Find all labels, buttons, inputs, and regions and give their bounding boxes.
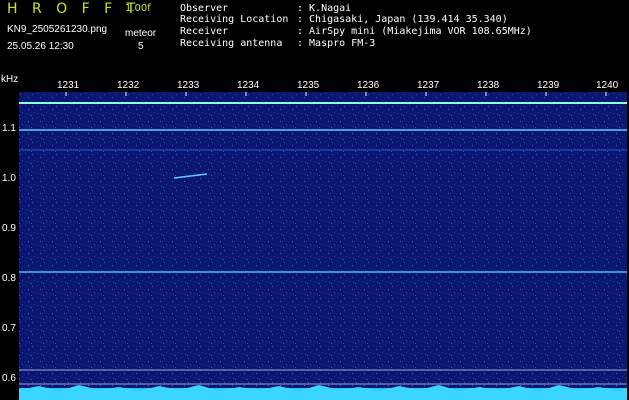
info-antenna-key: Receiving antenna [180,38,283,49]
meteor-label: meteor [125,28,157,39]
info-receiver-value: : AirSpy mini (Miakejima VOR 108.65MHz) [297,26,532,37]
x-tick: 1234 [237,80,260,91]
filename-label: KN9_2505261230.png [7,24,108,35]
x-tick: 1240 [596,80,619,91]
x-tick: 1232 [117,80,140,91]
noise-floor [19,92,627,400]
meteor-count: 5 [138,41,144,52]
x-tick: 1238 [477,80,500,91]
y-tick: 0.9 [2,223,16,234]
info-antenna-value: : Maspro FM-3 [297,38,376,49]
info-observer-value: : K.Nagai [297,3,352,14]
info-location-value: : Chigasaki, Japan (139.414 35.340) [297,14,508,25]
x-tick: 1231 [57,80,80,91]
y-tick: 0.8 [2,273,16,284]
x-tick: 1235 [297,80,320,91]
info-observer-key: Observer [180,3,229,14]
x-tick: 1236 [357,80,380,91]
x-tick: 1239 [537,80,560,91]
x-tick: 1237 [417,80,440,91]
y-tick: 0.7 [2,323,16,334]
y-tick: 1.0 [2,173,16,184]
info-receiver-key: Receiver [180,26,229,37]
info-location-key: Receiving Location [180,14,289,25]
y-axis-unit: kHz [1,74,19,85]
datetime-label: 25.05.26 12:30 [7,41,74,52]
y-tick: 1.1 [2,123,16,134]
x-tick: 1233 [177,80,200,91]
y-tick: 0.6 [2,373,16,384]
app-title: H R O F F T [7,1,141,17]
version-label: 1.00f [125,3,151,14]
spectrogram [19,92,627,400]
